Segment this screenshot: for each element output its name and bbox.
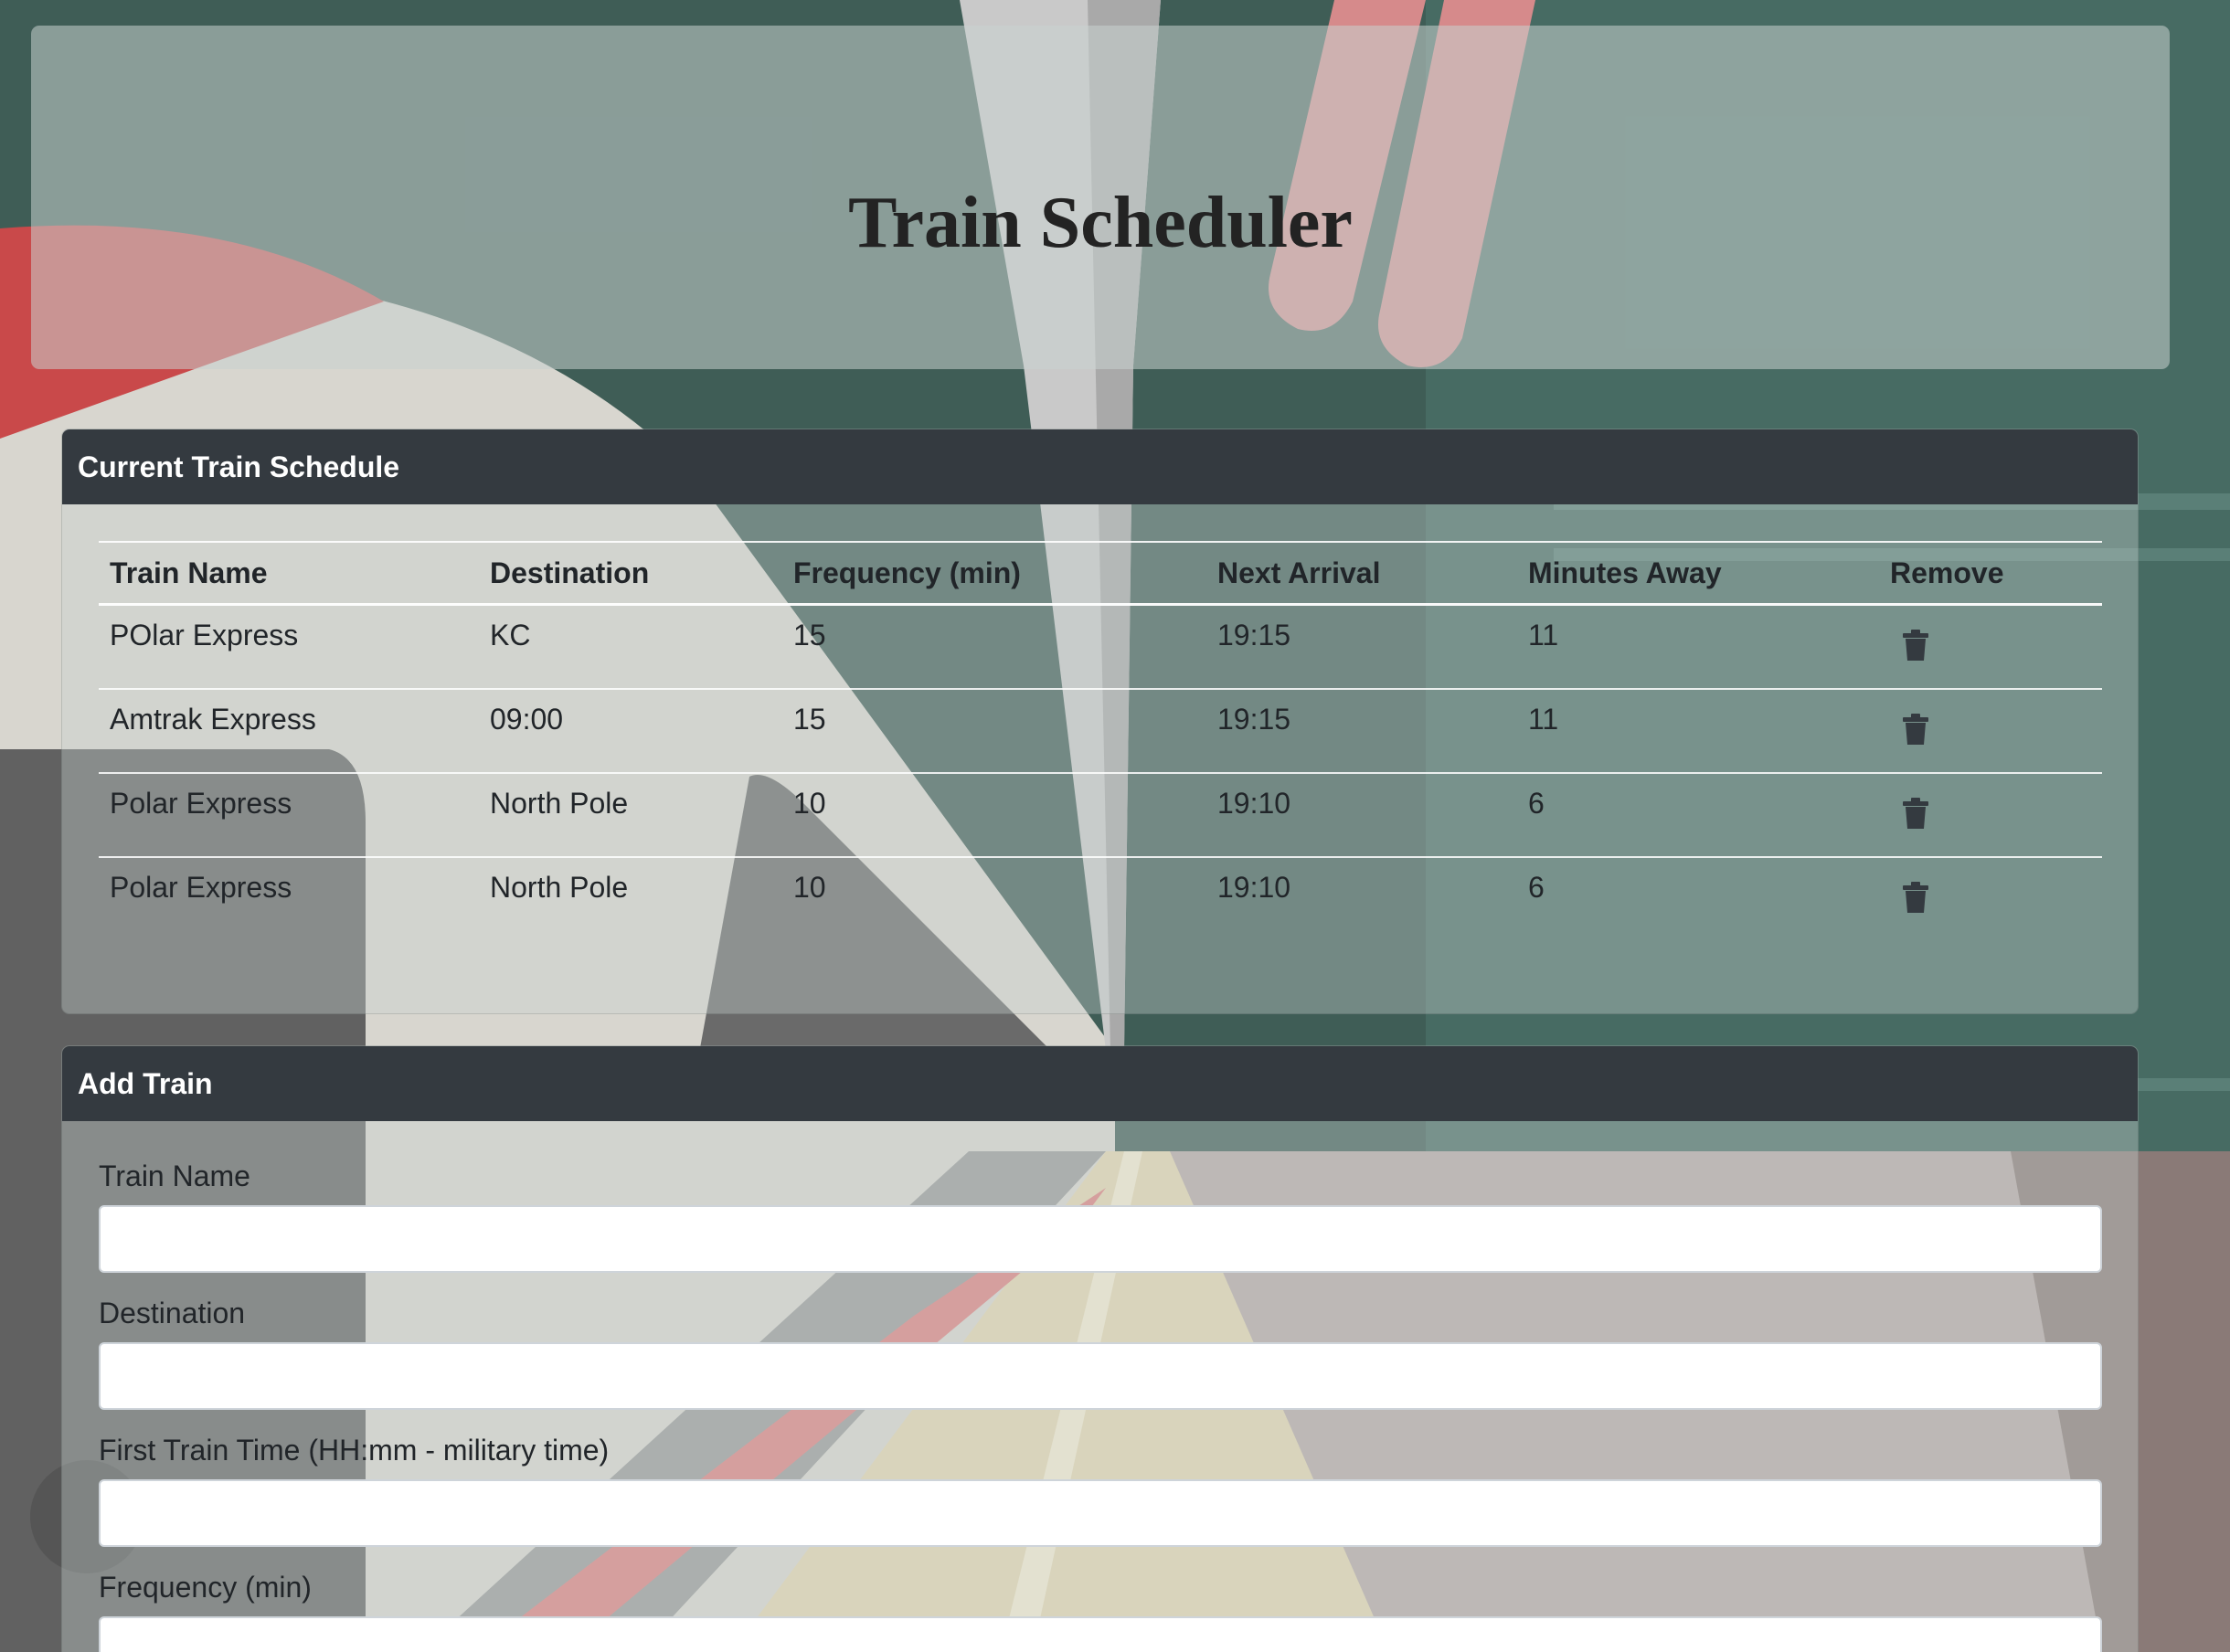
column-header-remove: Remove [1879, 541, 2102, 606]
form-group-destination: Destination [99, 1295, 2102, 1410]
cell-destination: 09:00 [479, 688, 782, 774]
cell-train-name: POlar Express [99, 604, 479, 690]
cell-minutes-away: 11 [1517, 604, 1879, 690]
form-group-train-name: Train Name [99, 1158, 2102, 1273]
trash-icon[interactable] [1901, 630, 1930, 661]
destination-input[interactable] [99, 1342, 2102, 1410]
cell-destination: KC [479, 604, 782, 690]
schedule-card: Current Train Schedule Train Name Destin… [61, 429, 2139, 1014]
trash-icon[interactable] [1901, 881, 1930, 913]
destination-label: Destination [99, 1297, 246, 1329]
page: Train Scheduler Current Train Schedule T… [0, 0, 2230, 1652]
train-name-label: Train Name [99, 1160, 250, 1192]
cell-train-name: Polar Express [110, 870, 292, 904]
cell-remove [1879, 857, 2102, 941]
form-group-frequency: Frequency (min) [99, 1569, 2102, 1652]
first-train-time-label: First Train Time (HH:mm - military time) [99, 1434, 610, 1467]
trash-icon[interactable] [1901, 713, 1930, 745]
cell-remove [1879, 604, 2102, 690]
cell-next-arrival: 19:10 [1206, 772, 1517, 858]
table-row: Amtrak Express 09:00 15 19:15 11 [99, 688, 2102, 774]
cell-remove [1879, 688, 2102, 774]
table-header-row: Train Name Destination Frequency (min) N… [99, 541, 2102, 606]
cell-frequency: 10 [793, 870, 826, 904]
schedule-table: Train Name Destination Frequency (min) N… [99, 541, 2102, 941]
column-header-train-name: Train Name [99, 541, 479, 606]
cell-train-name: Polar Express [99, 772, 479, 858]
column-header-frequency: Frequency (min) [782, 541, 1206, 606]
cell-next-arrival: 19:15 [1206, 688, 1517, 774]
form-group-first-train-time: First Train Time (HH:mm - military time) [99, 1432, 2102, 1547]
cell-next-arrival: 19:10 [1217, 870, 1291, 904]
trash-icon[interactable] [1901, 797, 1930, 829]
cell-minutes-away: 6 [1528, 870, 1545, 904]
cell-minutes-away: 11 [1517, 688, 1879, 774]
header-jumbotron: Train Scheduler [31, 26, 2170, 369]
schedule-card-header: Current Train Schedule [62, 429, 2138, 504]
column-header-destination: Destination [479, 541, 782, 606]
cell-minutes-away: 6 [1517, 772, 1879, 858]
schedule-table-wrapper: Train Name Destination Frequency (min) N… [99, 541, 2102, 941]
cell-destination: North Pole [479, 772, 782, 858]
add-train-form: Train Name Destination First Train Time … [99, 1158, 2102, 1652]
cell-frequency: 15 [782, 688, 1206, 774]
table-row: POlar Express KC 15 19:15 11 [99, 604, 2102, 690]
cell-frequency: 10 [782, 772, 1206, 858]
page-title: Train Scheduler [848, 183, 1353, 263]
add-train-card-header: Add Train [62, 1046, 2138, 1121]
frequency-label: Frequency (min) [99, 1571, 312, 1604]
table-row: Polar Express North Pole 10 19:10 6 [99, 857, 2102, 941]
add-train-card: Add Train Train Name Destination First T… [61, 1045, 2139, 1652]
frequency-input[interactable] [99, 1616, 2102, 1652]
cell-remove [1879, 772, 2102, 858]
cell-frequency: 15 [782, 604, 1206, 690]
train-name-input[interactable] [99, 1205, 2102, 1273]
column-header-next-arrival: Next Arrival [1206, 541, 1517, 606]
cell-train-name: Amtrak Express [99, 688, 479, 774]
table-row: Polar Express North Pole 10 19:10 6 [99, 772, 2102, 858]
cell-destination: North Pole [490, 870, 629, 904]
column-header-minutes-away: Minutes Away [1517, 541, 1879, 606]
cell-next-arrival: 19:15 [1206, 604, 1517, 690]
first-train-time-input[interactable] [99, 1479, 2102, 1547]
